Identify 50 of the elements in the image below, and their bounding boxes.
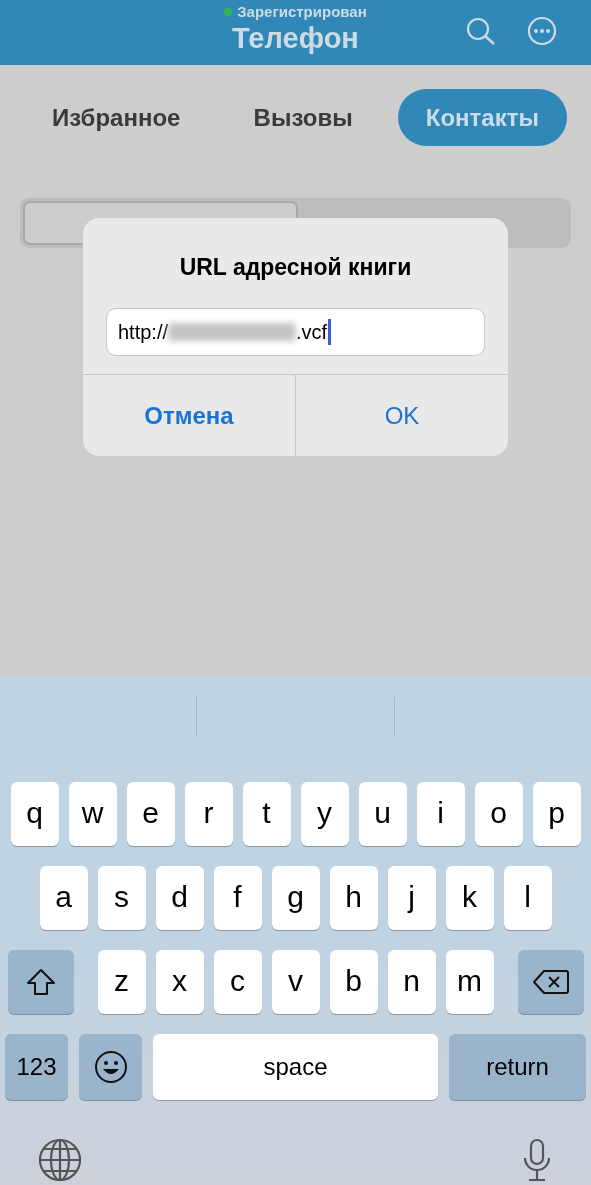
numbers-key[interactable]: 123 <box>5 1034 68 1100</box>
key[interactable]: d <box>155 866 204 930</box>
status-text: Зарегистрирован <box>237 3 367 21</box>
globe-icon[interactable] <box>38 1138 82 1182</box>
key[interactable]: z <box>97 950 146 1014</box>
text-cursor <box>328 319 332 345</box>
key[interactable]: n <box>387 950 436 1014</box>
ok-button[interactable]: OK <box>295 375 508 456</box>
search-icon[interactable] <box>466 17 496 45</box>
field-text: http:// <box>118 320 169 345</box>
key[interactable]: b <box>329 950 378 1014</box>
cancel-button[interactable]: Отмена <box>83 375 295 456</box>
shift-key[interactable] <box>7 950 74 1014</box>
app-title: Телефон <box>232 21 359 55</box>
dialog-title: URL адресной книги <box>178 253 413 281</box>
emoji-key[interactable] <box>79 1034 142 1100</box>
field-text: .vcf <box>296 320 328 345</box>
key[interactable]: x <box>155 950 204 1014</box>
key[interactable]: k <box>445 866 494 930</box>
url-field[interactable]: http:// .vcf <box>106 308 485 356</box>
key[interactable]: c <box>213 950 262 1014</box>
key[interactable]: o <box>474 782 523 846</box>
key[interactable]: a <box>39 866 88 930</box>
return-key[interactable]: return <box>449 1034 586 1100</box>
key[interactable]: s <box>97 866 146 930</box>
key[interactable]: t <box>242 782 291 846</box>
key[interactable]: u <box>358 782 407 846</box>
key[interactable]: p <box>532 782 581 846</box>
tab[interactable]: Избранное <box>24 89 209 146</box>
key[interactable]: w <box>68 782 117 846</box>
key[interactable]: r <box>184 782 233 846</box>
key[interactable]: l <box>503 866 552 930</box>
key[interactable]: v <box>271 950 320 1014</box>
backspace-icon <box>531 968 570 996</box>
key[interactable]: f <box>213 866 262 930</box>
key[interactable]: i <box>416 782 465 846</box>
key[interactable]: y <box>300 782 349 846</box>
key[interactable]: m <box>445 950 494 1014</box>
microphone-icon[interactable] <box>521 1138 553 1182</box>
tab[interactable]: Вызовы <box>225 89 381 146</box>
shift-icon <box>24 967 57 997</box>
key[interactable]: q <box>10 782 59 846</box>
key[interactable]: g <box>271 866 320 930</box>
smiley-icon <box>93 1050 128 1084</box>
key[interactable]: h <box>329 866 378 930</box>
more-icon[interactable] <box>527 16 557 46</box>
space-key[interactable]: space <box>153 1034 438 1100</box>
delete-key[interactable] <box>517 950 584 1014</box>
key[interactable]: e <box>126 782 175 846</box>
key[interactable]: j <box>387 866 436 930</box>
